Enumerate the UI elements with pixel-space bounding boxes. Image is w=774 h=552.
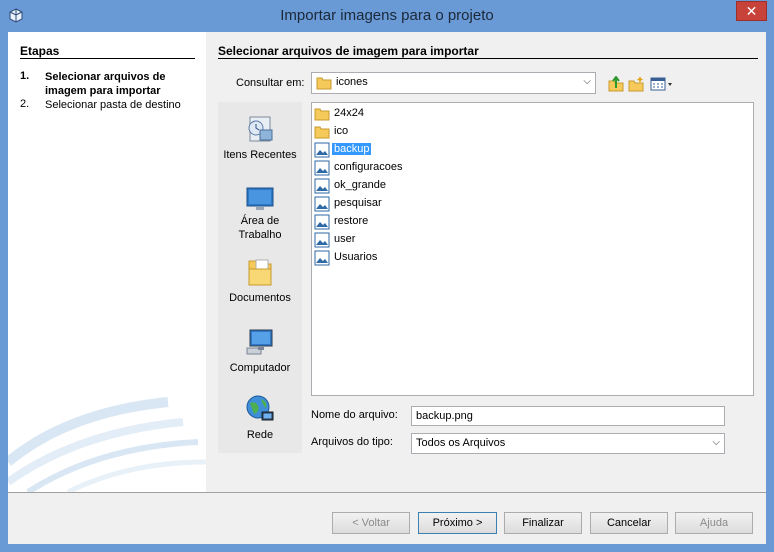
recent-items-icon [248, 116, 273, 142]
dialog-body: Etapas 1. Selecionar arquivos de imagem … [8, 32, 766, 544]
image-file-icon [314, 250, 330, 266]
step-label: Selecionar arquivos de imagem para impor… [45, 71, 166, 97]
places-bar: Itens Recentes Área de Trabalho Document… [218, 102, 302, 453]
steps-heading: Etapas [20, 44, 60, 58]
help-button[interactable]: Ajuda [675, 512, 753, 534]
place-label: Itens Recentes [223, 149, 297, 161]
filetype-label: Arquivos do tipo: [311, 436, 393, 448]
steps-panel: Etapas 1. Selecionar arquivos de imagem … [8, 32, 206, 492]
file-name: pesquisar [334, 197, 382, 209]
desktop-icon [246, 187, 274, 210]
file-name: ok_grande [334, 179, 386, 191]
place-desktop[interactable]: Área de Trabalho [218, 184, 302, 244]
page-title: Selecionar arquivos de imagem para impor… [218, 44, 479, 58]
window-title: Importar imagens para o projeto [280, 7, 494, 24]
folder-icon [314, 126, 330, 139]
place-documents[interactable]: Documentos [218, 257, 302, 307]
step-number: 1. [20, 70, 30, 82]
look-in-dropdown[interactable]: icones ⌵ [311, 72, 596, 94]
divider [218, 58, 758, 59]
step-label: Selecionar pasta de destino [45, 99, 181, 111]
place-label: Área de Trabalho [238, 215, 282, 241]
filetype-dropdown[interactable]: Todos os Arquivos ⌵ [411, 433, 725, 454]
finish-button[interactable]: Finalizar [504, 512, 582, 534]
file-name: user [334, 233, 356, 245]
file-name: restore [334, 215, 369, 227]
image-file-icon [314, 178, 330, 194]
place-recent-items[interactable]: Itens Recentes [218, 114, 302, 164]
close-button[interactable]: ✕ [736, 1, 767, 21]
up-folder-icon[interactable] [608, 76, 624, 92]
computer-icon [246, 329, 273, 355]
filename-label: Nome do arquivo: [311, 409, 398, 421]
filetype-value: Todos os Arquivos [416, 437, 506, 449]
place-label: Documentos [229, 292, 291, 304]
place-network[interactable]: Rede [218, 394, 302, 444]
view-menu-icon[interactable] [650, 76, 674, 92]
file-name: Usuarios [334, 251, 378, 263]
cancel-button[interactable]: Cancelar [590, 512, 668, 534]
file-name: 24x24 [334, 107, 364, 119]
image-file-icon [314, 232, 330, 248]
back-button[interactable]: < Voltar [332, 512, 410, 534]
place-computer[interactable]: Computador [218, 327, 302, 377]
step-number: 2. [20, 98, 30, 110]
place-label: Rede [246, 429, 274, 441]
file-name: configuracoes [334, 161, 403, 173]
new-folder-icon[interactable] [628, 76, 644, 92]
chevron-down-icon: ⌵ [712, 437, 720, 448]
divider [8, 492, 766, 493]
file-name: ico [334, 125, 349, 137]
image-file-icon [314, 196, 330, 212]
folder-icon [314, 108, 330, 121]
file-list[interactable]: 24x24 ico backup configuracoes ok_grande… [311, 102, 754, 396]
decorative-swoosh [8, 397, 206, 492]
filename-field[interactable] [411, 406, 725, 426]
network-icon [246, 395, 274, 421]
look-in-value: icones [336, 76, 368, 88]
divider [20, 58, 195, 59]
image-file-icon [314, 214, 330, 230]
chevron-down-icon: ⌵ [583, 76, 591, 87]
place-label: Computador [229, 362, 291, 374]
image-file-icon [314, 142, 330, 158]
title-bar[interactable]: Importar imagens para o projeto ✕ [0, 0, 774, 32]
look-in-label: Consultar em: [236, 77, 305, 89]
file-name: backup [332, 143, 372, 155]
dialog-window: Importar imagens para o projeto ✕ Etapas… [0, 0, 774, 552]
folder-icon [316, 77, 332, 90]
documents-icon [248, 259, 272, 286]
next-button[interactable]: Próximo > [418, 512, 497, 534]
image-file-icon [314, 160, 330, 176]
